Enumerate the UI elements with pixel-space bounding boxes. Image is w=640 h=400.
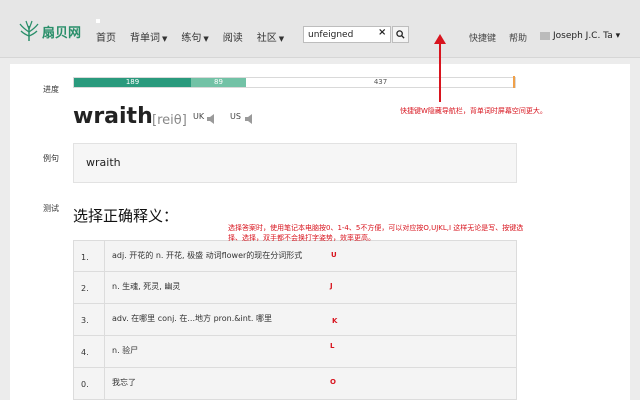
nav-home-label: 首页 [96,33,116,44]
progress-review-segment: 89 [191,78,246,87]
example-sentence: wraith [73,143,517,183]
divider [104,368,105,399]
divider [104,304,105,335]
progress-label: 进度 [43,85,59,94]
choice-text: n. 生魂, 死灵, 幽灵 [112,282,181,291]
shortcut-annotation: O [330,378,336,386]
avatar [540,31,550,40]
shortcut-annotation: K [332,317,338,325]
notification-dot [96,19,100,23]
chevron-down-icon: ▼ [162,35,168,43]
choice-3[interactable]: 3. adv. 在哪里 conj. 在...地方 pron.&int. 哪里 K [73,304,517,336]
top-navbar: 扇贝网 首页 背单词▼ 练句▼ 阅读 社区▼ × 快捷键 帮助 Joseph J… [0,0,640,58]
choice-2[interactable]: 2. n. 生魂, 死灵, 幽灵 J [73,272,517,304]
choice-number: 3. [81,316,89,325]
nav-sentences-label: 练句 [181,33,202,44]
logo-text: 扇贝网 [42,25,82,41]
nav-reading[interactable]: 阅读 [223,29,243,44]
chevron-down-icon: ▾ [615,31,621,41]
search-button[interactable] [392,26,409,43]
us-label: US [230,112,241,121]
uk-label: UK [193,112,205,121]
bamboo-logo-icon [19,20,39,41]
nav-community[interactable]: 社区 ▼ [257,29,284,44]
question-prompt: 选择正确释义： [73,207,179,225]
main-nav: 首页 背单词 ▼ 练句 ▼ 阅读 社区 ▼ [96,29,298,44]
choice-number: 4. [81,348,89,357]
progress-remaining-segment: 437 [373,78,388,86]
annotation-arrow [439,42,441,102]
speaker-uk-icon[interactable] [206,110,218,124]
choice-text: 我忘了 [112,378,136,387]
shortcut-annotation: J [330,282,333,290]
choice-1[interactable]: 1. adj. 开花的 n. 开花, 极盛 动词flower的现在分词形式 U [73,240,517,272]
choice-text: n. 验尸 [112,346,139,355]
shortcut-annotation: L [330,342,335,350]
pronunciation: [reiθ] [152,113,187,128]
logo[interactable]: 扇贝网 [18,20,81,42]
nav-community-label: 社区 [256,33,277,44]
progress-bar: 189 89 437 [73,77,516,88]
choice-number: 2. [81,284,89,293]
word-title: wraith [73,104,153,129]
divider [104,272,105,303]
shortcut-annotation: U [331,251,337,259]
choice-text: adj. 开花的 n. 开花, 极盛 动词flower的现在分词形式 [112,251,303,260]
clear-icon[interactable]: × [378,27,386,38]
speaker-us-icon[interactable] [244,110,256,124]
nav-reading-label: 阅读 [222,33,243,44]
choice-number: 1. [81,253,89,262]
chevron-down-icon: ▼ [203,35,209,43]
chevron-down-icon: ▼ [278,35,285,43]
annotation-nav-note: 快捷键W隐藏导航栏，背单词时屏幕空间更大。 [400,107,547,115]
divider [104,336,105,367]
nav-sentences[interactable]: 练句 ▼ [181,29,208,44]
shortcuts-link[interactable]: 快捷键 [469,31,496,44]
nav-vocabulary[interactable]: 背单词 ▼ [130,29,167,44]
search-icon [396,30,405,39]
help-link[interactable]: 帮助 [509,31,527,44]
user-name: Joseph J.C. Ta [553,31,613,41]
choice-forgot[interactable]: 0. 我忘了 O [73,368,517,400]
test-label: 测试 [43,204,59,213]
choice-number: 0. [81,380,89,389]
progress-learned-segment: 189 [74,78,191,87]
progress-end-marker [513,76,515,88]
choice-list: 1. adj. 开花的 n. 开花, 极盛 动词flower的现在分词形式 U … [73,240,517,400]
arrow-up-icon [434,34,446,44]
nav-home[interactable]: 首页 [96,29,116,44]
divider [104,241,105,272]
choice-4[interactable]: 4. n. 验尸 L [73,336,517,368]
choice-text: adv. 在哪里 conj. 在...地方 pron.&int. 哪里 [112,314,273,323]
user-menu[interactable]: Joseph J.C. Ta ▾ [540,31,620,41]
example-label: 例句 [43,154,59,163]
nav-vocabulary-label: 背单词 [130,33,160,44]
annotation-choice-note: 选择答案时，使用笔记本电脑按0、1-4、5不方便，可以对应按O,UJKL,I 这… [228,224,524,242]
